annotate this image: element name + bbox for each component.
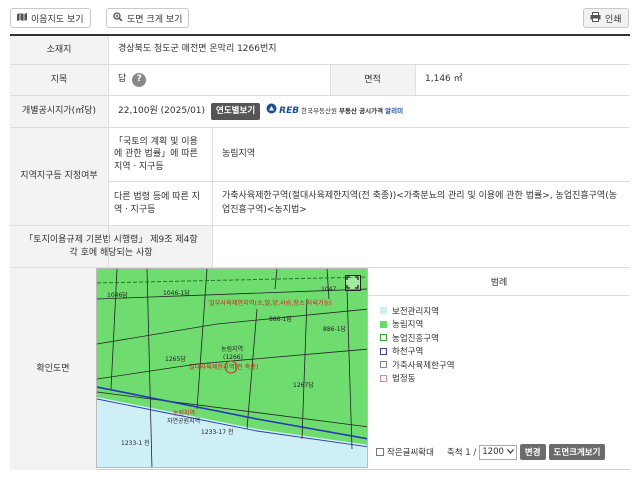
legend-item-label: 농림지역 (392, 320, 424, 331)
legend-swatch (380, 361, 387, 369)
parcel-label: 1267답 (293, 382, 314, 389)
other-law-label: 다른 법령 등에 따른 지역ㆍ지구등 (108, 182, 212, 226)
map-controls: 작은글씨확대 축척 1 / 1200 변경 도면크게보기 (368, 440, 630, 464)
map-icon (17, 12, 27, 25)
map-view-button[interactable]: 이음지도 보기 (10, 8, 91, 28)
national-land-law-label: 「국토의 계획 및 이용에 관한 법률」에 따른 지역ㆍ지구등 (108, 128, 212, 182)
legend-item-label: 농업진흥구역 (392, 333, 439, 344)
zone-label: 지역지구등 지정여부 (10, 128, 108, 226)
column-divider (330, 65, 331, 96)
parcel-label: 1233-17 천 (201, 428, 234, 436)
legend-list: 보전관리지역 농림지역 농업진흥구역 하천구역 가축사육제한구역 법정동 (380, 304, 455, 385)
print-label: 인쇄 (605, 14, 622, 25)
reb-app: 알리미 (385, 106, 404, 115)
parcel-label: 886-1답 (323, 326, 346, 333)
zoom-icon (113, 11, 123, 25)
land-category-value: 답 (118, 74, 127, 85)
map-view-label: 이음지도 보기 (31, 14, 84, 25)
legend-item-label: 법정동 (392, 374, 416, 385)
national-land-law-value: 농림지역 (212, 128, 630, 182)
column-divider (415, 65, 416, 96)
legend-item: 가축사육제한구역 (380, 358, 455, 372)
cadastral-map[interactable]: 1046답 1046-1답 1047 886-1답 886-1답 1265답 1… (96, 268, 368, 468)
parcel-label: 886-1답 (269, 316, 292, 323)
legend-title: 범례 (368, 268, 630, 296)
legend-swatch (380, 320, 387, 328)
legend-swatch (380, 334, 387, 342)
parcel-label: 1047 (321, 286, 336, 293)
help-icon[interactable]: ? (132, 73, 147, 87)
area-value: 1,146 ㎡ (415, 65, 630, 96)
enlarge-drawing-button[interactable]: 도면 크게 보기 (106, 8, 190, 28)
land-category-cell: 답 ? (108, 65, 330, 96)
scale-select[interactable]: 1200 (479, 444, 517, 460)
legend-panel: 범례 보전관리지역 농림지역 농업진흥구역 하천구역 가축사육제한구역 법정동 … (368, 268, 630, 468)
reb-service: 부동산 공시가격 (339, 106, 384, 115)
print-button[interactable]: 인쇄 (583, 8, 629, 28)
small-text-checkbox[interactable] (376, 448, 384, 456)
legend-item-label: 하천구역 (392, 347, 424, 358)
small-text-label: 작은글씨확대 (387, 448, 434, 458)
other-law-value: 가축사육제한구역(절대사육제한지역(전 축종))<가축분뇨의 관리 및 이용에 … (212, 182, 630, 226)
legend-item: 농업진흥구역 (380, 331, 455, 345)
parcel-label: 1046답 (107, 292, 128, 299)
land-use-table: 소재지 경상북도 청도군 매전면 온막리 1266번지 지목 답 ? 면적 1,… (10, 34, 630, 470)
legend-swatch (380, 307, 387, 315)
toolbar: 이음지도 보기 도면 크게 보기 인쇄 (0, 0, 640, 32)
location-value: 경상북도 청도군 매전면 온막리 1266번지 (108, 36, 630, 65)
legend-item: 농림지역 (380, 318, 455, 332)
chevron-down-icon (506, 447, 514, 457)
legend-item: 하천구역 (380, 345, 455, 359)
reb-price-link[interactable]: REB 한국부동산원 부동산 공시가격 알리미 (266, 103, 403, 120)
parcel-label: 1046-1답 (163, 290, 190, 297)
parcel-label-target: (1266) (223, 354, 243, 361)
reb-org: 한국부동산원 (301, 106, 337, 115)
enforcement-decree-label: 「토지이용규제 기본법 시행령」 제9조 제4항 각 호에 해당되는 사항 (10, 226, 212, 268)
enlarge-map-button[interactable]: 도면크게보기 (548, 444, 606, 460)
reb-mark: REB (279, 105, 300, 116)
column-divider (108, 36, 109, 268)
legend-swatch (380, 347, 387, 355)
fullscreen-icon[interactable] (345, 275, 361, 291)
land-category-label: 지목 (10, 65, 108, 96)
legend-item-label: 보전관리지역 (392, 306, 439, 317)
parcel-label: 1265답 (165, 356, 186, 363)
legend-swatch (380, 374, 387, 382)
printer-icon (590, 11, 601, 25)
enlarge-drawing-label: 도면 크게 보기 (127, 14, 183, 25)
scale-label: 축척 1 / (446, 448, 477, 458)
legend-item: 법정동 (380, 372, 455, 386)
column-divider (212, 128, 213, 268)
scale-value: 1200 (482, 447, 504, 457)
legend-item: 보전관리지역 (380, 304, 455, 318)
legend-item-label: 가축사육제한구역 (392, 360, 455, 371)
enforcement-decree-value (212, 226, 630, 268)
yearly-view-button[interactable]: 연도별보기 (211, 103, 261, 120)
zone-label-forest: 농림지역 (221, 345, 243, 353)
zone-label-natural-park: 자연공원지역 (167, 417, 200, 425)
area-label: 면적 (330, 65, 415, 96)
official-price-label: 개별공시지가(㎡당) (10, 96, 108, 128)
zone-label-forest-bottom: 농림지역 (173, 409, 195, 417)
parcel-label: 1233-1 천 (121, 439, 150, 447)
location-label: 소재지 (10, 36, 108, 65)
reb-logo-icon (266, 103, 277, 120)
change-scale-button[interactable]: 변경 (519, 444, 546, 460)
overlay-label-absolute-restriction: 절대사육제한지역(전 축종) (189, 363, 258, 371)
map-label: 확인도면 (10, 268, 96, 470)
official-price-cell: 22,100원 (2025/01) 연도별보기 REB 한국부동산원 부동산 공… (108, 96, 630, 128)
overlay-label-partial-restriction: 일부사육제한지역(소,말,양,사슴,장소 사육가능) (209, 299, 332, 307)
official-price-value: 22,100원 (2025/01) (118, 105, 206, 116)
